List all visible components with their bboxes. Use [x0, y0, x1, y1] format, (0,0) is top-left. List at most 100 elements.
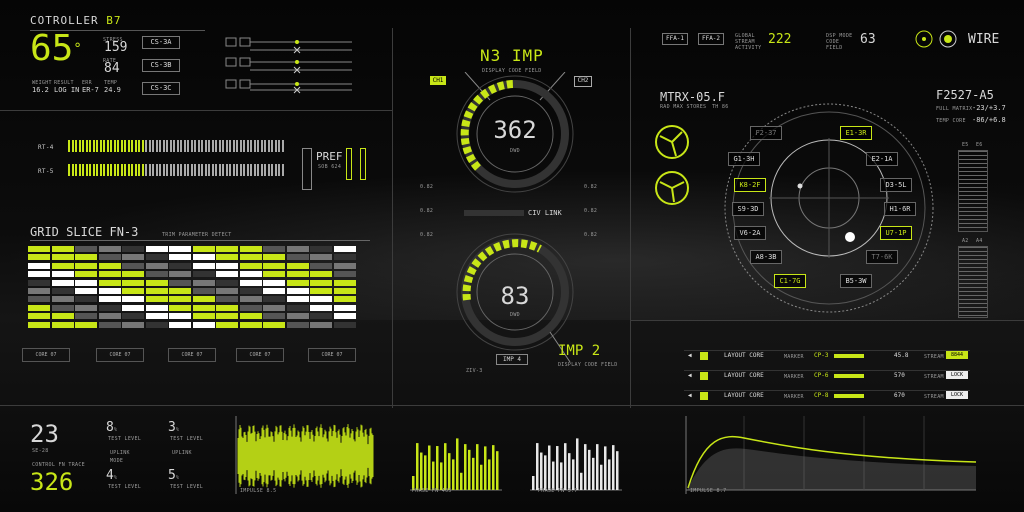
grid-cell	[263, 288, 285, 294]
target-icon[interactable]	[914, 28, 960, 50]
cs-button[interactable]: CS-3C	[142, 82, 180, 95]
bl-p1: 8%	[106, 420, 118, 435]
cs-button[interactable]: CS-3A	[142, 36, 180, 49]
rt-tick	[278, 164, 280, 176]
grid-cell	[286, 279, 309, 286]
grid-cell	[145, 321, 168, 328]
rt-tick	[176, 164, 179, 176]
layout-core-end[interactable]: LOCK	[946, 371, 968, 379]
rt-tick	[260, 164, 263, 176]
radar-label[interactable]: H1-6R	[884, 202, 916, 216]
rt-bar-row	[68, 164, 288, 176]
cs-button[interactable]: CS-3B	[142, 59, 180, 72]
radar-label[interactable]: U7-1P	[880, 226, 912, 240]
core-button[interactable]: CORE 07	[308, 348, 356, 362]
rt-tick	[218, 140, 221, 152]
core-button[interactable]: CORE 07	[236, 348, 284, 362]
rt-tick	[239, 164, 242, 176]
grid-cell	[145, 304, 168, 311]
rt-tick	[264, 140, 266, 152]
radar-label[interactable]: V6-2A	[734, 226, 766, 240]
side-code: DSP MODE CODE FIELD	[826, 33, 853, 51]
grid-cell	[263, 279, 285, 286]
radar-label[interactable]: K8-2F	[734, 178, 766, 192]
grid-cell	[169, 262, 191, 269]
layout-core-end[interactable]: LOCK	[946, 391, 968, 399]
grid-cell	[145, 271, 168, 278]
bar	[496, 451, 499, 490]
radar-label[interactable]: T7-6K	[866, 250, 898, 264]
bar	[584, 444, 587, 490]
gauge2-unit: DWD	[510, 312, 520, 318]
layout-core-stream: STREAM	[924, 394, 944, 400]
rt-tick	[106, 164, 109, 176]
grid-cell	[51, 279, 74, 286]
rt-tick	[159, 140, 161, 152]
grid-cell	[51, 288, 74, 294]
rt-tick	[162, 164, 165, 176]
bar	[464, 444, 467, 490]
layout-core-row[interactable]: ◀ LAYOUT CORE MARKER CP-3 45.8 STREAM 8844	[684, 350, 970, 361]
layout-core-stream: STREAM	[924, 354, 944, 360]
grid-cell	[192, 246, 215, 252]
layout-core-row[interactable]: ◀ LAYOUT CORE MARKER CP-6 570 STREAM LOCK	[684, 370, 970, 381]
grid-cell	[333, 313, 356, 320]
bl-p2: 3%	[168, 420, 180, 435]
radar-label[interactable]: B5-3W	[840, 274, 872, 288]
bl-p2-label: TEST LEVEL	[170, 436, 204, 442]
rt-tick	[71, 164, 74, 176]
core-button[interactable]: CORE 07	[96, 348, 144, 362]
layout-core-row[interactable]: ◀ LAYOUT CORE MARKER CP-8 670 STREAM LOCK	[684, 390, 970, 401]
radar-label[interactable]: D3-5L	[880, 178, 912, 192]
rt-tick	[120, 140, 123, 152]
radar-label[interactable]: C1-7G	[774, 274, 806, 288]
radar-label[interactable]: E2-1A	[866, 152, 898, 166]
grid-cell	[192, 254, 215, 261]
radar-label[interactable]: E1-3R	[840, 126, 872, 140]
grid-cell	[145, 262, 168, 269]
radar-label[interactable]: F2-37	[750, 126, 782, 140]
layout-core-value: 45.8	[894, 352, 909, 359]
side-label: 0.82	[584, 232, 598, 238]
grid-cell	[122, 279, 144, 286]
radar-label[interactable]: G1-3H	[728, 152, 760, 166]
ffa2-button[interactable]: FFA-2	[698, 33, 724, 45]
bl-p4: 5%	[168, 468, 180, 483]
layout-core-tag: MARKER	[784, 374, 804, 380]
rt-tick	[78, 140, 81, 152]
layout-core-cp: CP-3	[814, 352, 829, 359]
bl-mid1: UPLINK	[110, 450, 130, 456]
rt-tick	[162, 140, 165, 152]
bar	[596, 444, 599, 490]
bar	[436, 446, 439, 490]
layout-core-end[interactable]: 8844	[946, 351, 968, 359]
grid-cell	[263, 254, 285, 261]
rt-tick	[173, 164, 175, 176]
radar-label[interactable]: S9-3D	[732, 202, 764, 216]
ffa1-button[interactable]: FFA-1	[662, 33, 688, 45]
radar-label[interactable]: A8-3B	[750, 250, 782, 264]
imp2-sub: DISPLAY CODE FIELD	[558, 362, 618, 368]
bar-chart-lime	[410, 438, 502, 491]
rt-tick	[236, 164, 238, 176]
rt-tick	[215, 164, 217, 176]
grid-cell	[239, 296, 262, 303]
grid-cell	[98, 271, 121, 278]
rt-tick	[141, 140, 144, 152]
grid-cell	[98, 296, 121, 303]
core-button[interactable]: CORE 07	[22, 348, 70, 362]
grid-cell	[239, 262, 262, 269]
grid-cell	[216, 321, 238, 328]
imp4-button[interactable]: IMP 4	[496, 354, 528, 365]
grid-cell	[145, 313, 168, 320]
rt-tick	[183, 164, 186, 176]
grid-cell	[192, 313, 215, 320]
grid-cell	[98, 262, 121, 269]
bar	[440, 462, 443, 490]
rt-tick	[246, 164, 249, 176]
bar	[424, 455, 427, 490]
rt-tick	[85, 140, 88, 152]
rt-tick	[208, 164, 210, 176]
core-button[interactable]: CORE 07	[168, 348, 216, 362]
curve-label: IMPULSE 8.7	[690, 488, 727, 494]
